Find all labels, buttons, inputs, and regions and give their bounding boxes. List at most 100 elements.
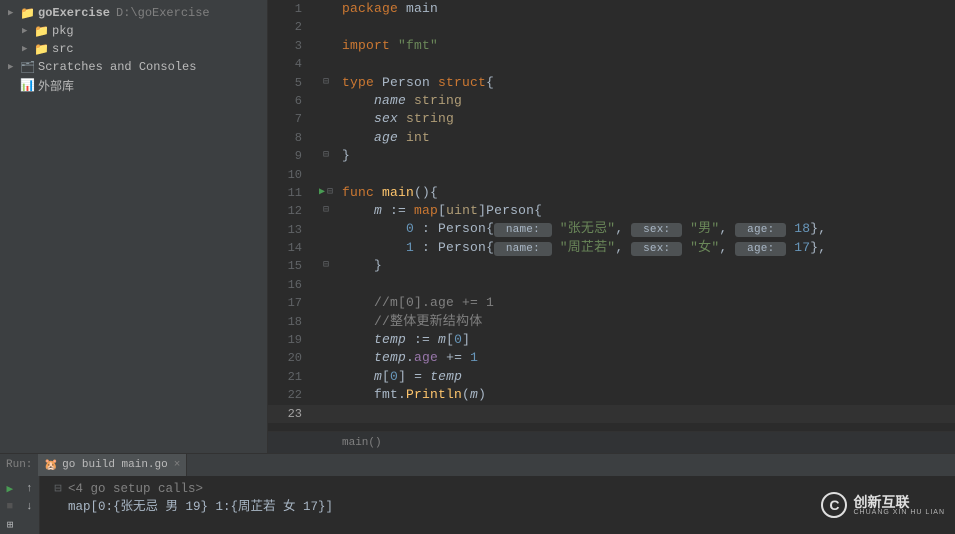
layout-icon[interactable]: ⊞ [0, 516, 20, 534]
line-content[interactable]: temp := m[0] [340, 331, 470, 349]
code-line[interactable]: 17 //m[0].age += 1 [268, 294, 955, 312]
line-content[interactable]: import "fmt" [340, 37, 438, 55]
line-content[interactable]: name string [340, 92, 462, 110]
chevron-right-icon[interactable]: ▶ [8, 62, 18, 72]
code-line[interactable]: 22 fmt.Println(m) [268, 386, 955, 404]
line-number[interactable]: 11 [274, 184, 312, 202]
line-number[interactable]: 13 [274, 221, 312, 239]
gutter-icons[interactable]: ⊟ [312, 74, 340, 92]
code-line[interactable]: 1 package main [268, 0, 955, 18]
fold-icon[interactable]: ⊟ [323, 202, 329, 220]
line-number[interactable]: 12 [274, 202, 312, 220]
line-content[interactable]: } [340, 257, 382, 275]
code-line[interactable]: 12 ⊟ m := map[uint]Person{ [268, 202, 955, 220]
line-number[interactable]: 20 [274, 349, 312, 367]
line-content[interactable]: } [340, 147, 350, 165]
code-line[interactable]: 2 [268, 18, 955, 36]
stop-button[interactable]: ■ [0, 498, 20, 516]
code-area[interactable]: 1 package main 23 import "fmt" 45 ⊟ type Perso… [268, 0, 955, 431]
code-line[interactable]: 8 age int [268, 129, 955, 147]
line-number[interactable]: 3 [274, 37, 312, 55]
line-content[interactable]: //m[0].age += 1 [340, 294, 494, 312]
close-icon[interactable]: × [174, 459, 181, 471]
tree-item[interactable]: ▶📁src [0, 40, 267, 58]
line-number[interactable]: 18 [274, 313, 312, 331]
code-line[interactable]: 3 import "fmt" [268, 37, 955, 55]
code-line[interactable]: 14 1 : Person{ name: "周芷若", sex: "女", ag… [268, 239, 955, 257]
line-content[interactable]: 1 : Person{ name: "周芷若", sex: "女", age: … [340, 239, 826, 258]
fold-icon[interactable]: ⊟ [323, 74, 329, 92]
line-number[interactable]: 8 [274, 129, 312, 147]
fold-icon[interactable]: ⊟ [323, 257, 329, 275]
code-editor[interactable]: 1 package main 23 import "fmt" 45 ⊟ type Perso… [268, 0, 955, 453]
chevron-right-icon[interactable]: ▶ [22, 44, 32, 54]
code-line[interactable]: 11▶⊟func main(){ [268, 184, 955, 202]
rerun-button[interactable]: ▶ [0, 480, 20, 498]
line-content[interactable]: 0 : Person{ name: "张无忌", sex: "男", age: … [340, 220, 826, 239]
tree-item[interactable]: ▶📁pkg [0, 22, 267, 40]
line-number[interactable]: 9 [274, 147, 312, 165]
folder-icon: 📁 [34, 24, 48, 39]
line-number[interactable]: 15 [274, 257, 312, 275]
line-content[interactable]: temp.age += 1 [340, 349, 478, 367]
gutter-icons[interactable]: ⊟ [312, 202, 340, 220]
code-line[interactable]: 7 sex string [268, 110, 955, 128]
run-panel: Run: 🐹 go build main.go × ▶ ↑ ■ ↓ ⊞ ⊟<4 … [0, 453, 955, 534]
line-content[interactable]: func main(){ [340, 184, 438, 202]
code-line[interactable]: 19 temp := m[0] [268, 331, 955, 349]
gutter-icons[interactable]: ▶⊟ [312, 184, 340, 202]
line-content[interactable]: m[0] = temp [340, 368, 462, 386]
parameter-hint: age: [735, 223, 786, 237]
line-number[interactable]: 2 [274, 18, 312, 36]
line-number[interactable]: 1 [274, 0, 312, 18]
code-line[interactable]: 15 ⊟ } [268, 257, 955, 275]
line-number[interactable]: 16 [274, 276, 312, 294]
fold-icon[interactable]: ⊟ [327, 184, 333, 202]
run-config-tab[interactable]: 🐹 go build main.go × [38, 454, 187, 476]
chevron-right-icon[interactable]: ▶ [22, 26, 32, 36]
tree-item[interactable]: ▶📁goExerciseD:\goExercise [0, 4, 267, 22]
code-line[interactable]: 20 temp.age += 1 [268, 349, 955, 367]
tree-item[interactable]: ▶🗂Scratches and Consoles [0, 58, 267, 76]
gutter-icons[interactable]: ⊟ [312, 257, 340, 275]
code-line[interactable]: 13 0 : Person{ name: "张无忌", sex: "男", ag… [268, 221, 955, 239]
code-line[interactable]: 23 [268, 405, 955, 423]
code-line[interactable]: 21 m[0] = temp [268, 368, 955, 386]
line-content[interactable]: fmt.Println(m) [340, 386, 486, 404]
tree-item[interactable]: 📊外部库 [0, 76, 267, 94]
line-number[interactable]: 17 [274, 294, 312, 312]
down-icon[interactable]: ↓ [20, 498, 40, 516]
gutter-icons[interactable]: ⊟ [312, 147, 340, 165]
line-content[interactable]: age int [340, 129, 430, 147]
line-number[interactable]: 21 [274, 368, 312, 386]
line-content[interactable]: package main [340, 0, 438, 18]
fold-icon[interactable]: ⊟ [48, 480, 68, 498]
line-number[interactable]: 5 [274, 74, 312, 92]
code-line[interactable]: 5 ⊟ type Person struct{ [268, 74, 955, 92]
line-number[interactable]: 10 [274, 166, 312, 184]
line-content[interactable]: m := map[uint]Person{ [340, 202, 542, 220]
chevron-right-icon[interactable]: ▶ [8, 8, 18, 18]
line-number[interactable]: 19 [274, 331, 312, 349]
code-line[interactable]: 6 name string [268, 92, 955, 110]
console-output[interactable]: ⊟<4 go setup calls> map[0:{张无忌 男 19} 1:{… [40, 476, 955, 534]
line-content[interactable]: sex string [340, 110, 454, 128]
line-number[interactable]: 22 [274, 386, 312, 404]
run-gutter-icon[interactable]: ▶ [319, 184, 325, 202]
line-content[interactable]: type Person struct{ [340, 74, 494, 92]
line-number[interactable]: 7 [274, 110, 312, 128]
line-number[interactable]: 23 [274, 405, 312, 423]
line-number[interactable]: 14 [274, 239, 312, 257]
code-line[interactable]: 18 //整体更新结构体 [268, 313, 955, 331]
parameter-hint: name: [494, 223, 552, 237]
up-icon[interactable]: ↑ [20, 480, 40, 498]
code-line[interactable]: 9 ⊟} [268, 147, 955, 165]
project-sidebar[interactable]: ▶📁goExerciseD:\goExercise▶📁pkg▶📁src▶🗂Scr… [0, 0, 268, 453]
code-line[interactable]: 10 [268, 166, 955, 184]
code-line[interactable]: 4 [268, 55, 955, 73]
line-number[interactable]: 4 [274, 55, 312, 73]
fold-icon[interactable]: ⊟ [323, 147, 329, 165]
line-number[interactable]: 6 [274, 92, 312, 110]
code-line[interactable]: 16 [268, 276, 955, 294]
line-content[interactable]: //整体更新结构体 [340, 313, 482, 331]
